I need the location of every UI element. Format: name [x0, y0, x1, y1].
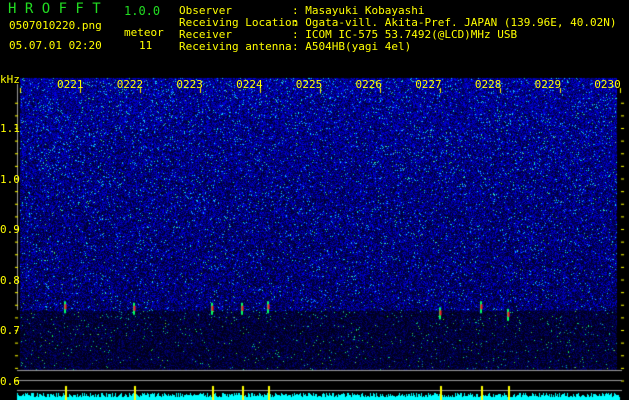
y-tick-label: 0.9: [0, 223, 20, 236]
meteor-label: meteor: [124, 26, 164, 39]
y-tick-label: 1.1: [0, 122, 20, 135]
date-time: 05.07.01 02:20: [9, 39, 102, 52]
time-tick-label: 0221: [57, 78, 84, 91]
antenna-label: Receiving antenna: [179, 40, 292, 53]
y-unit-label: kHz: [0, 73, 20, 86]
time-tick-label: 0227: [415, 78, 442, 91]
time-tick-label: 0224: [236, 78, 263, 91]
antenna-value: : A504HB(yagi 4el): [292, 40, 412, 53]
y-tick-label: 0.8: [0, 273, 20, 287]
time-tick-label: 0222: [116, 78, 144, 91]
y-tick-label: 0.7: [0, 324, 20, 337]
y-tick-label: 0.6: [0, 374, 20, 388]
time-tick-label: 0230: [594, 78, 621, 91]
time-tick-label: 0229: [534, 78, 562, 91]
time-tick-label: 0226: [355, 78, 383, 91]
time-tick-label: 0225: [295, 78, 323, 91]
time-tick-label: 0228: [474, 78, 502, 91]
y-tick-label: 1.0: [0, 172, 20, 186]
app-version: 1.0.0: [124, 4, 161, 18]
meteor-count: 11: [139, 39, 153, 52]
spectrogram-canvas: [0, 0, 629, 400]
app-logo: H R O F F T: [8, 1, 101, 17]
file-name: 0507010220.png: [9, 19, 102, 32]
time-tick-label: 0223: [176, 78, 203, 91]
